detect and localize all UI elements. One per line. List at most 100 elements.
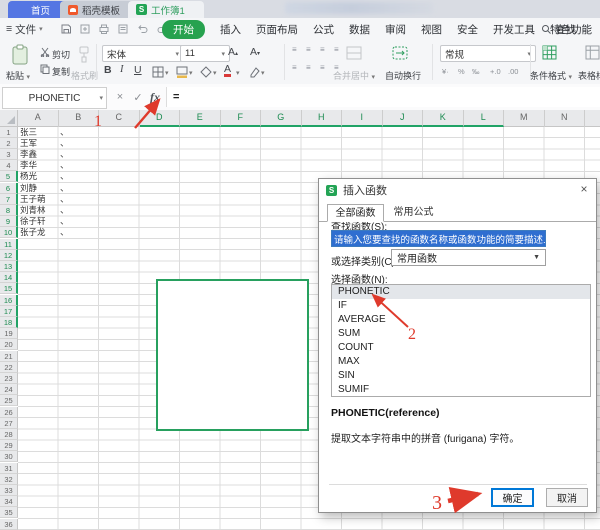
cell-B7[interactable]: 、 <box>60 194 80 205</box>
column-header-K[interactable]: K <box>423 110 464 127</box>
shading-caret[interactable]: ▾ <box>213 69 217 77</box>
cell-B2[interactable]: 、 <box>60 138 80 149</box>
menu-item-安全[interactable]: 安全 <box>457 22 478 37</box>
column-header-E[interactable]: E <box>180 110 221 127</box>
fill-color-caret[interactable]: ▾ <box>189 69 193 77</box>
thousands-icon[interactable]: ‰ <box>472 67 480 76</box>
column-header-C[interactable]: C <box>99 110 140 127</box>
eraser-icon[interactable] <box>247 66 260 78</box>
cell-B8[interactable]: 、 <box>60 205 80 216</box>
row-header-21[interactable]: 21 <box>0 351 18 362</box>
tab-workbook1[interactable]: S 工作簿1 <box>128 1 204 18</box>
format-painter-button[interactable]: 格式刷 <box>71 69 98 82</box>
font-color-button[interactable]: A <box>224 64 231 77</box>
row-header-4[interactable]: 4 <box>0 160 18 171</box>
row-header-35[interactable]: 35 <box>0 507 18 518</box>
row-header-29[interactable]: 29 <box>0 440 18 451</box>
function-list[interactable]: PHONETICIFAVERAGESUMCOUNTMAXSINSUMIF <box>331 284 591 397</box>
italic-button[interactable]: I <box>120 64 124 75</box>
row-header-9[interactable]: 9 <box>0 216 18 227</box>
borders-icon[interactable] <box>152 66 164 78</box>
cell-A9[interactable]: 徐子轩 <box>20 216 57 227</box>
ok-button[interactable]: 确定 <box>491 488 534 507</box>
underline-button[interactable]: U <box>134 64 142 76</box>
column-header-B[interactable]: B <box>59 110 100 127</box>
column-header-M[interactable]: M <box>504 110 545 127</box>
column-header-L[interactable]: L <box>464 110 505 127</box>
cell-A6[interactable]: 刘静 <box>20 183 57 194</box>
save-icon[interactable] <box>60 23 72 35</box>
file-menu[interactable]: ≡ 文件 ▾ <box>6 18 43 40</box>
column-header-D[interactable]: D <box>140 110 181 127</box>
cell-B6[interactable]: 、 <box>60 183 80 194</box>
borders-caret[interactable]: ▾ <box>165 69 169 77</box>
row-header-22[interactable]: 22 <box>0 362 18 373</box>
align-top-icon[interactable]: ≡ <box>292 46 297 54</box>
category-select[interactable]: 常用函数 ▼ <box>391 249 546 266</box>
column-header-N[interactable]: N <box>545 110 586 127</box>
confirm-entry-icon[interactable]: ✓ <box>130 87 146 107</box>
align-middle-icon[interactable]: ≡ <box>306 46 311 54</box>
function-item-SUM[interactable]: SUM <box>332 327 590 341</box>
cell-A10[interactable]: 张子龙 <box>20 227 57 238</box>
cell-B9[interactable]: 、 <box>60 216 80 227</box>
bold-button[interactable]: B <box>104 64 112 76</box>
column-header-F[interactable]: F <box>221 110 262 127</box>
currency-icon[interactable]: ¥· <box>442 67 449 76</box>
increase-decimal-icon[interactable]: +.0 <box>490 67 501 76</box>
tab-all-functions[interactable]: 全部函数 <box>327 204 384 222</box>
align-right-icon[interactable]: ≡ <box>320 64 325 72</box>
row-header-14[interactable]: 14 <box>0 272 18 283</box>
paste-button[interactable]: 粘贴 ▾ <box>6 69 30 82</box>
function-item-COUNT[interactable]: COUNT <box>332 341 590 355</box>
menu-item-公式[interactable]: 公式 <box>313 22 334 37</box>
menu-item-数据[interactable]: 数据 <box>349 22 370 37</box>
row-header-11[interactable]: 11 <box>0 239 18 250</box>
decrease-decimal-icon[interactable]: .00 <box>508 67 518 76</box>
menu-item-开发工具[interactable]: 开发工具 <box>493 22 535 37</box>
column-header-O[interactable]: O <box>585 110 600 127</box>
row-header-30[interactable]: 30 <box>0 451 18 462</box>
align-left-icon[interactable]: ≡ <box>292 64 297 72</box>
row-header-34[interactable]: 34 <box>0 496 18 507</box>
increase-indent-icon[interactable]: ≡ <box>334 46 339 54</box>
row-header-1[interactable]: 1 <box>0 127 18 138</box>
function-item-PHONETIC[interactable]: PHONETIC <box>332 285 590 299</box>
grow-font-button[interactable]: A▴ <box>228 46 238 58</box>
merge-center-button[interactable]: 合并居中 ▾ <box>333 69 375 82</box>
column-header-I[interactable]: I <box>342 110 383 127</box>
cell-B5[interactable]: 、 <box>60 171 80 182</box>
column-header-J[interactable]: J <box>383 110 424 127</box>
row-header-24[interactable]: 24 <box>0 384 18 395</box>
conditional-format-button[interactable]: 条件格式 ▾ <box>530 69 572 82</box>
font-color-caret[interactable]: ▾ <box>236 69 240 77</box>
row-header-5[interactable]: 5 <box>0 171 18 182</box>
row-header-8[interactable]: 8 <box>0 205 18 216</box>
row-header-18[interactable]: 18 <box>0 317 18 328</box>
function-item-AVERAGE[interactable]: AVERAGE <box>332 313 590 327</box>
shrink-font-button[interactable]: A▾ <box>250 46 260 58</box>
menu-item-审阅[interactable]: 审阅 <box>385 22 406 37</box>
eraser-caret[interactable]: ▾ <box>261 69 265 77</box>
function-search-input[interactable]: 请输入您要查找的函数名称或函数功能的简要描述... <box>331 230 546 247</box>
name-box-caret[interactable]: ▾ <box>99 94 103 102</box>
column-header-H[interactable]: H <box>302 110 343 127</box>
function-item-SIN[interactable]: SIN <box>332 369 590 383</box>
row-header-27[interactable]: 27 <box>0 418 18 429</box>
row-header-12[interactable]: 12 <box>0 250 18 261</box>
cut-button[interactable]: 剪切 <box>52 48 70 61</box>
row-header-3[interactable]: 3 <box>0 149 18 160</box>
formula-input[interactable]: = <box>166 87 600 107</box>
row-header-36[interactable]: 36 <box>0 519 18 530</box>
preview-icon[interactable] <box>117 23 129 35</box>
cell-B1[interactable]: 、 <box>60 127 80 138</box>
number-format-select[interactable]: 常规▾ <box>440 45 536 62</box>
select-all-corner[interactable] <box>0 110 18 127</box>
insert-function-icon[interactable]: fx <box>147 87 163 107</box>
cancel-button[interactable]: 取消 <box>546 488 588 507</box>
row-header-10[interactable]: 10 <box>0 227 18 238</box>
font-size-select[interactable]: 11▾ <box>180 45 230 62</box>
row-header-15[interactable]: 15 <box>0 283 18 294</box>
column-header-G[interactable]: G <box>261 110 302 127</box>
cell-B10[interactable]: 、 <box>60 227 80 238</box>
